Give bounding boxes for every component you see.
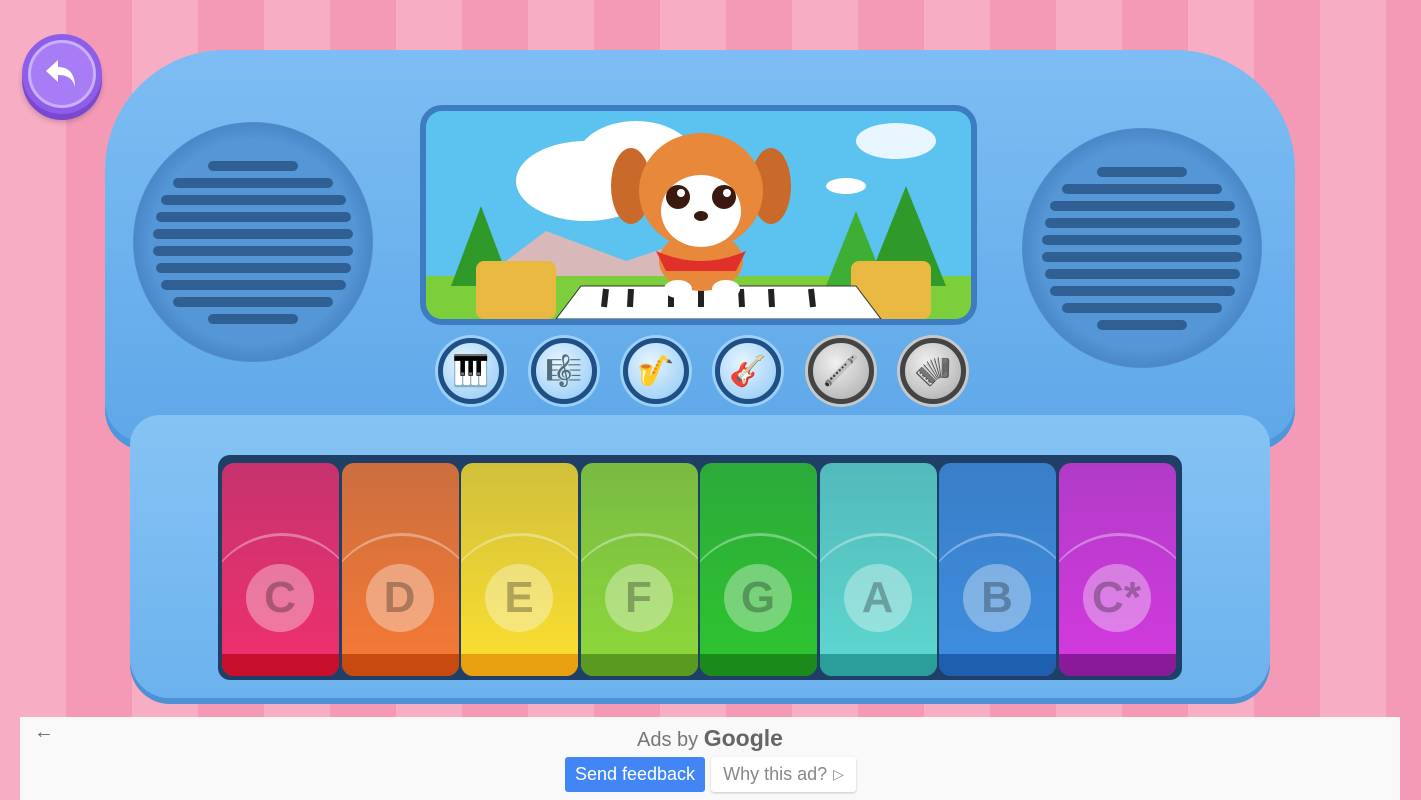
instrument-piano-button[interactable]: 🎹 bbox=[438, 338, 504, 404]
key-label: G bbox=[724, 564, 792, 632]
guitar-icon: 🎸 bbox=[729, 354, 767, 388]
ad-banner: ← Ads by Google Send feedback Why this a… bbox=[20, 717, 1400, 800]
accordion-icon: 🪗 bbox=[914, 354, 952, 388]
key-c-sharp[interactable]: C* bbox=[1058, 463, 1176, 676]
key-label: B bbox=[963, 564, 1031, 632]
ads-by-label: Ads by bbox=[637, 729, 699, 751]
instrument-flute-button[interactable]: 🪈 bbox=[808, 338, 874, 404]
key-g[interactable]: G bbox=[700, 463, 817, 676]
flute-icon: 🪈 bbox=[822, 354, 860, 388]
key-label: D bbox=[365, 564, 434, 632]
left-speaker bbox=[133, 122, 373, 362]
send-feedback-button[interactable]: Send feedback bbox=[565, 757, 705, 792]
key-f[interactable]: F bbox=[580, 463, 698, 676]
right-speaker bbox=[1022, 128, 1262, 368]
key-label: E bbox=[485, 564, 553, 632]
key-c[interactable]: C bbox=[222, 463, 339, 676]
instrument-guitar-button[interactable]: 🎸 bbox=[715, 338, 781, 404]
google-brand: Google bbox=[703, 725, 783, 751]
key-e[interactable]: E bbox=[461, 463, 578, 676]
ads-by-google: Ads by Google bbox=[20, 725, 1400, 752]
key-d[interactable]: D bbox=[341, 463, 459, 676]
why-this-ad-button[interactable]: Why this ad? ▷ bbox=[711, 757, 856, 792]
instrument-saxophone-button[interactable]: 🎷 bbox=[623, 338, 689, 404]
key-label: C* bbox=[1082, 564, 1151, 632]
key-a[interactable]: A bbox=[819, 463, 937, 676]
undo-arrow-icon bbox=[28, 40, 96, 108]
key-label: A bbox=[843, 564, 912, 632]
why-this-ad-label: Why this ad? bbox=[723, 764, 828, 784]
key-label: F bbox=[604, 564, 673, 632]
puppy-piano-scene bbox=[426, 111, 971, 319]
display-screen bbox=[420, 105, 977, 325]
instrument-xylophone-button[interactable]: 🎼 bbox=[531, 338, 597, 404]
key-label: C bbox=[246, 564, 314, 632]
piano-icon: 🎹 bbox=[452, 354, 490, 388]
instrument-accordion-button[interactable]: 🪗 bbox=[900, 338, 966, 404]
xylophone-icon: 🎼 bbox=[545, 354, 583, 388]
saxophone-icon: 🎷 bbox=[637, 354, 675, 388]
back-button[interactable] bbox=[22, 34, 102, 114]
key-b[interactable]: B bbox=[939, 463, 1056, 676]
adchoices-icon: ▷ bbox=[833, 766, 844, 782]
